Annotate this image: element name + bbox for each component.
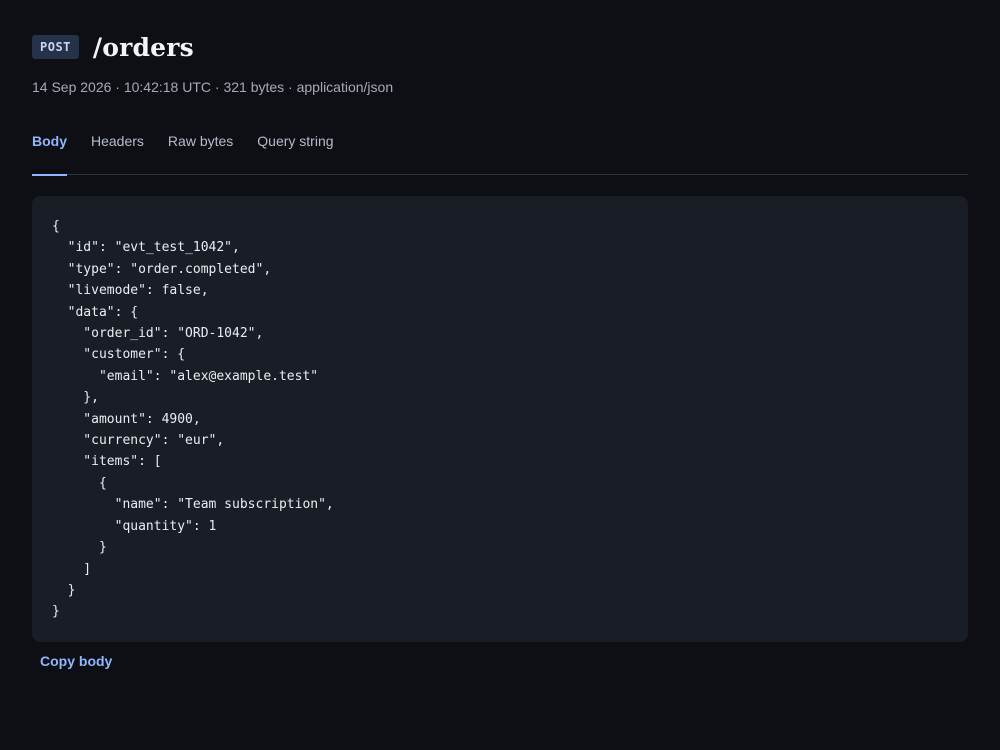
tab-bar: Body Headers Raw bytes Query string bbox=[32, 131, 968, 176]
tab-headers[interactable]: Headers bbox=[91, 131, 144, 175]
page-title: /orders bbox=[92, 32, 194, 62]
json-body: { "id": "evt_test_1042", "type": "order.… bbox=[52, 219, 334, 620]
tab-raw-bytes[interactable]: Raw bytes bbox=[168, 131, 233, 175]
request-header: POST /orders bbox=[32, 32, 968, 62]
http-method-badge: POST bbox=[32, 35, 79, 59]
copy-body-button[interactable]: Copy body bbox=[40, 653, 112, 669]
tab-query-string[interactable]: Query string bbox=[257, 131, 333, 175]
request-meta: 14 Sep 2026 · 10:42:18 UTC · 321 bytes ·… bbox=[32, 79, 394, 95]
request-detail-page: POST /orders 14 Sep 2026 · 10:42:18 UTC … bbox=[0, 0, 1000, 750]
body-code-panel: { "id": "evt_test_1042", "type": "order.… bbox=[32, 196, 968, 642]
tab-body[interactable]: Body bbox=[32, 131, 67, 176]
